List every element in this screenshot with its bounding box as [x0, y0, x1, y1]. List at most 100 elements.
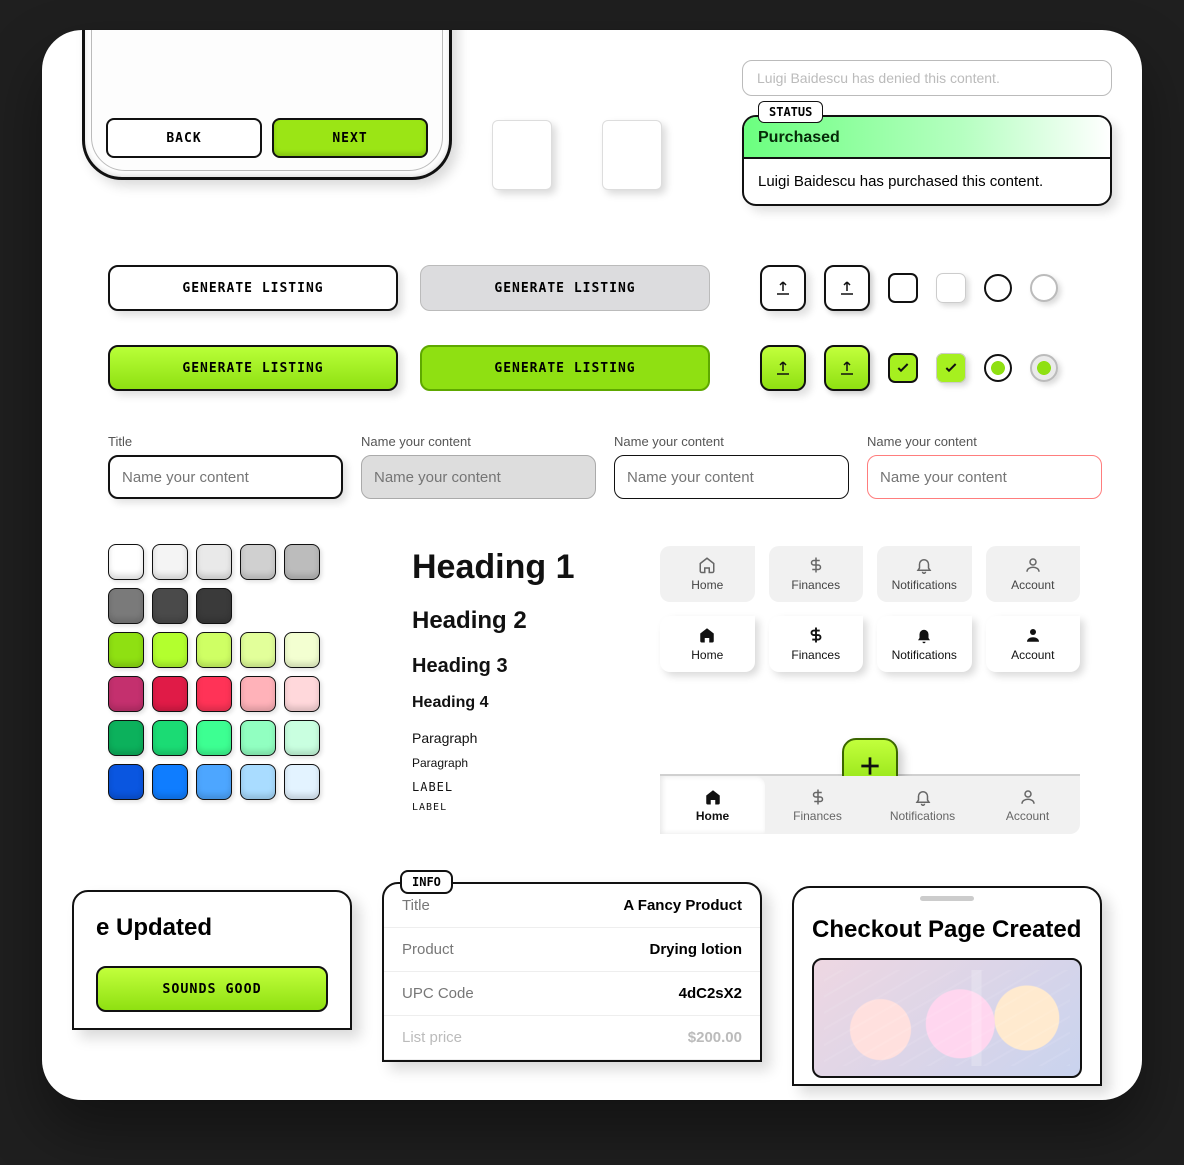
phone-frame-inner: BACK NEXT [91, 30, 443, 171]
info-row: UPC Code4dC2sX2 [384, 972, 760, 1016]
color-swatch[interactable] [196, 544, 232, 580]
label-text-small: LABEL [412, 802, 642, 813]
color-swatch[interactable] [152, 632, 188, 668]
tabbar-label: Account [1006, 809, 1049, 823]
status-badge: STATUS [758, 101, 823, 123]
tab-home-raised[interactable]: Home [660, 616, 755, 672]
input-label: Name your content [614, 434, 849, 449]
checkbox-unchecked-raised[interactable] [936, 273, 966, 303]
tab-notifications[interactable]: Notifications [877, 546, 972, 602]
generate-listing-button-primary-flat[interactable]: GENERATE LISTING [420, 345, 710, 391]
color-swatch[interactable] [108, 544, 144, 580]
input-error: Name your content [867, 434, 1102, 499]
color-swatch[interactable] [284, 764, 320, 800]
color-swatch[interactable] [108, 588, 144, 624]
tabbar-item-home[interactable]: Home [660, 776, 765, 834]
color-swatch[interactable] [240, 544, 276, 580]
tab-account[interactable]: Account [986, 546, 1081, 602]
back-button[interactable]: BACK [106, 118, 262, 158]
upload-icon [838, 279, 856, 297]
color-swatch[interactable] [108, 632, 144, 668]
next-button[interactable]: NEXT [272, 118, 428, 158]
name-input-outline[interactable] [614, 455, 849, 499]
checkbox-unchecked[interactable] [888, 273, 918, 303]
tab-label: Account [1011, 648, 1054, 662]
tab-notifications-raised[interactable]: Notifications [877, 616, 972, 672]
input-variants: Title Name your content Name your conten… [108, 434, 1102, 499]
profile-updated-card: e Updated SOUNDS GOOD [72, 890, 352, 1030]
info-card: INFO TitleA Fancy ProductProductDrying l… [382, 882, 762, 1062]
color-swatch[interactable] [240, 632, 276, 668]
dollar-icon [807, 626, 825, 644]
color-swatch[interactable] [152, 676, 188, 712]
placeholder-card [602, 120, 662, 190]
info-row: ProductDrying lotion [384, 928, 760, 972]
tab-finances[interactable]: Finances [769, 546, 864, 602]
tabbar-label: Finances [793, 809, 842, 823]
upload-button-active[interactable] [760, 345, 806, 391]
heading-1: Heading 1 [412, 548, 642, 587]
tab-variants: Home Finances Notifications Account Home… [660, 546, 1080, 672]
info-key: Title [402, 897, 430, 914]
name-input-error[interactable] [867, 455, 1102, 499]
info-key: Product [402, 941, 454, 958]
placeholder-card [492, 120, 552, 190]
radio-unchecked-raised[interactable] [1030, 274, 1058, 302]
radio-checked[interactable] [984, 354, 1012, 382]
upload-button-active-raised[interactable] [824, 345, 870, 391]
color-swatch[interactable] [284, 544, 320, 580]
radio-checked-raised[interactable] [1030, 354, 1058, 382]
title-input[interactable] [108, 455, 343, 499]
info-key: UPC Code [402, 985, 474, 1002]
heading-3: Heading 3 [412, 655, 642, 678]
heading-4: Heading 4 [412, 694, 642, 712]
color-swatch[interactable] [240, 764, 276, 800]
color-swatch[interactable] [108, 720, 144, 756]
bell-icon [915, 626, 933, 644]
button-row-active: GENERATE LISTING GENERATE LISTING [108, 345, 1058, 391]
color-swatch[interactable] [108, 764, 144, 800]
tab-finances-raised[interactable]: Finances [769, 616, 864, 672]
radio-unchecked[interactable] [984, 274, 1012, 302]
tab-account-raised[interactable]: Account [986, 616, 1081, 672]
generate-listing-button-disabled: GENERATE LISTING [420, 265, 710, 311]
tab-label: Home [691, 648, 723, 662]
color-swatch[interactable] [108, 676, 144, 712]
upload-button[interactable] [760, 265, 806, 311]
drag-handle[interactable] [920, 896, 974, 901]
color-swatch[interactable] [196, 676, 232, 712]
phone-frame-bottom: BACK NEXT [82, 30, 452, 180]
tab-label: Finances [791, 578, 840, 592]
color-swatch[interactable] [196, 588, 232, 624]
color-swatch[interactable] [240, 720, 276, 756]
tabbar-item-account[interactable]: Account [975, 776, 1080, 834]
color-swatch[interactable] [152, 720, 188, 756]
button-row-default: GENERATE LISTING GENERATE LISTING [108, 265, 1058, 311]
color-swatch[interactable] [284, 676, 320, 712]
check-icon [895, 360, 911, 376]
upload-icon [774, 359, 792, 377]
home-icon [698, 556, 716, 574]
color-swatch[interactable] [196, 720, 232, 756]
generate-listing-button-primary[interactable]: GENERATE LISTING [108, 345, 398, 391]
status-title: Purchased [744, 117, 1110, 159]
color-swatch[interactable] [152, 764, 188, 800]
color-swatch[interactable] [196, 764, 232, 800]
checkbox-checked-raised[interactable] [936, 353, 966, 383]
color-swatch[interactable] [152, 588, 188, 624]
color-swatch[interactable] [196, 632, 232, 668]
sounds-good-button[interactable]: SOUNDS GOOD [96, 966, 328, 1012]
upload-button-raised[interactable] [824, 265, 870, 311]
color-swatch[interactable] [284, 632, 320, 668]
tab-home[interactable]: Home [660, 546, 755, 602]
color-swatch[interactable] [284, 720, 320, 756]
label-text: LABEL [412, 780, 642, 794]
user-icon [1024, 556, 1042, 574]
dollar-icon [807, 556, 825, 574]
checkbox-checked[interactable] [888, 353, 918, 383]
tabbar-item-notifications[interactable]: Notifications [870, 776, 975, 834]
color-swatch[interactable] [240, 676, 276, 712]
generate-listing-button[interactable]: GENERATE LISTING [108, 265, 398, 311]
tabbar-item-finances[interactable]: Finances [765, 776, 870, 834]
color-swatch[interactable] [152, 544, 188, 580]
